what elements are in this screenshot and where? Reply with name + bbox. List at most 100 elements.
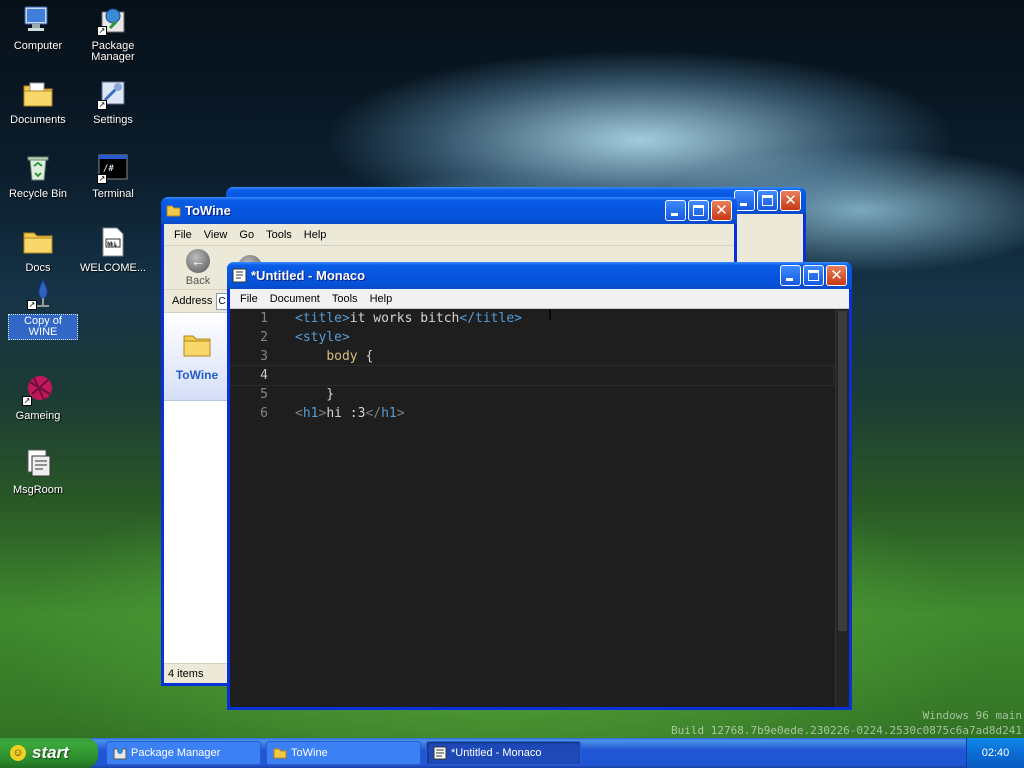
desktop-icon-msgroom[interactable]: MsgRoom bbox=[1, 448, 75, 497]
explorer-titlebar[interactable]: ToWine ✕ bbox=[161, 197, 737, 224]
code-line: body { bbox=[295, 347, 833, 366]
desktop-icon-label: Gameing bbox=[15, 410, 61, 422]
menu-help[interactable]: Help bbox=[364, 293, 399, 305]
editor-menubar: File Document Tools Help bbox=[230, 289, 849, 309]
maximize-button[interactable] bbox=[757, 190, 778, 211]
desktop-icon-welcome[interactable]: M↓ WELCOME... bbox=[76, 226, 150, 275]
code-tag: h1 bbox=[381, 406, 397, 421]
menu-go[interactable]: Go bbox=[233, 229, 260, 241]
desktop-icon-label: Package Manager bbox=[91, 40, 135, 63]
desktop-icon-recycle-bin[interactable]: Recycle Bin bbox=[1, 152, 75, 201]
code-tag: </title> bbox=[459, 311, 522, 326]
desktop-icon-docs[interactable]: Docs bbox=[1, 226, 75, 275]
desktop-icon-label: Docs bbox=[25, 262, 51, 274]
close-icon: ✕ bbox=[830, 267, 843, 284]
desktop-icon-package-manager[interactable]: ↗ Package Manager bbox=[76, 4, 150, 64]
shortcut-arrow-icon: ↗ bbox=[97, 26, 107, 36]
markdown-file-icon: M↓ bbox=[97, 226, 129, 258]
maximize-button[interactable] bbox=[688, 200, 709, 221]
taskbar-item-monaco[interactable]: *Untitled - Monaco bbox=[426, 741, 581, 765]
system-tray: 02:40 bbox=[966, 738, 1024, 768]
clock[interactable]: 02:40 bbox=[982, 747, 1010, 759]
desktop-icon-terminal[interactable]: /# ↗ Terminal bbox=[76, 152, 150, 201]
maximize-button[interactable] bbox=[803, 265, 824, 286]
desktop-icon-copy-of-wine[interactable]: ↗ Copy of WINE bbox=[6, 278, 80, 340]
minimize-button[interactable] bbox=[780, 265, 801, 286]
back-arrow-icon: ← bbox=[186, 248, 210, 273]
os-build-line: Build 12768.7b9e0ede.230226-0224.2530c08… bbox=[671, 724, 1022, 737]
address-label: Address bbox=[172, 295, 213, 307]
desktop-icon-gameing[interactable]: ↗ Gameing bbox=[1, 374, 75, 423]
desktop-icon-label: Terminal bbox=[92, 188, 134, 200]
menu-help[interactable]: Help bbox=[298, 229, 333, 241]
code-line: } bbox=[295, 385, 833, 404]
shortcut-arrow-icon: ↗ bbox=[27, 300, 37, 310]
desktop-icon-label: WELCOME... bbox=[79, 262, 146, 274]
text-cursor-icon: I bbox=[548, 308, 553, 324]
os-version-line: Windows 96 main bbox=[922, 709, 1022, 722]
code-line: <h1>hi :3</h1> bbox=[295, 406, 405, 421]
code-brace: { bbox=[357, 349, 374, 364]
close-button[interactable]: ✕ bbox=[711, 200, 732, 221]
minimize-icon bbox=[671, 213, 678, 216]
maximize-icon bbox=[762, 195, 773, 206]
code-line-active bbox=[230, 365, 834, 386]
css-selector: body bbox=[326, 349, 358, 364]
start-button[interactable]: ☺ start bbox=[0, 738, 98, 768]
code-text-content: it works bitch bbox=[349, 311, 460, 326]
menu-file[interactable]: File bbox=[168, 229, 198, 241]
taskbar-item-towine[interactable]: ToWine bbox=[266, 741, 421, 765]
desktop-icon-settings[interactable]: ↗ Settings bbox=[76, 78, 150, 127]
code-line: <style> bbox=[295, 328, 833, 347]
code-text[interactable]: <title>it works bitch</title> <style> bo… bbox=[230, 309, 834, 707]
minimize-icon bbox=[740, 203, 747, 206]
menu-file[interactable]: File bbox=[234, 293, 264, 305]
back-button[interactable]: ← Back bbox=[172, 248, 224, 287]
code-text-content: hi :3 bbox=[326, 406, 366, 421]
minimize-button[interactable] bbox=[665, 200, 686, 221]
desktop-icon-documents[interactable]: Documents bbox=[1, 78, 75, 127]
desktop-icon-label: Documents bbox=[10, 114, 66, 126]
code-tag: h1 bbox=[302, 406, 319, 421]
menu-document[interactable]: Document bbox=[264, 293, 326, 305]
documents-folder-icon bbox=[22, 78, 54, 110]
taskbar-item-label: ToWine bbox=[291, 747, 328, 759]
close-icon: ✕ bbox=[784, 192, 797, 209]
close-button[interactable]: ✕ bbox=[780, 190, 801, 211]
menu-view[interactable]: View bbox=[198, 229, 234, 241]
svg-text:/#: /# bbox=[103, 164, 114, 174]
minimize-icon bbox=[786, 278, 793, 281]
menu-tools[interactable]: Tools bbox=[260, 229, 298, 241]
minimize-button[interactable] bbox=[734, 190, 755, 211]
notepad-icon bbox=[433, 746, 447, 760]
desktop-icon-label: Settings bbox=[93, 114, 133, 126]
close-button[interactable]: ✕ bbox=[826, 265, 847, 286]
code-brace: } bbox=[295, 387, 335, 402]
editor-window[interactable]: *Untitled - Monaco ✕ File Document Tools… bbox=[227, 262, 852, 710]
start-label: start bbox=[32, 743, 69, 762]
taskbar-item-package-manager[interactable]: Package Manager bbox=[106, 741, 261, 765]
computer-icon bbox=[22, 4, 54, 36]
code-tag: <title> bbox=[295, 311, 350, 326]
scrollbar-thumb[interactable] bbox=[838, 311, 847, 631]
code-line: <title>it works bitch</title> bbox=[295, 309, 833, 328]
notepad-icon bbox=[232, 268, 247, 283]
taskbar-item-label: Package Manager bbox=[131, 747, 221, 759]
editor-scrollbar[interactable] bbox=[835, 309, 849, 707]
game-icon: ↗ bbox=[22, 374, 54, 406]
code-editor[interactable]: 1 2 3 4 5 6 <title>it works bitch</title… bbox=[230, 309, 849, 707]
msgroom-icon bbox=[22, 448, 54, 480]
line-number: 3 bbox=[260, 349, 268, 364]
desktop-icon-computer[interactable]: Computer bbox=[1, 4, 75, 53]
editor-titlebar[interactable]: *Untitled - Monaco ✕ bbox=[227, 262, 852, 289]
shortcut-arrow-icon: ↗ bbox=[22, 396, 32, 406]
taskbar-item-label: *Untitled - Monaco bbox=[451, 747, 542, 759]
maximize-icon bbox=[693, 205, 704, 216]
line-number: 2 bbox=[260, 330, 268, 345]
recycle-bin-icon bbox=[22, 152, 54, 184]
menu-tools[interactable]: Tools bbox=[326, 293, 364, 305]
shortcut-arrow-icon: ↗ bbox=[97, 174, 107, 184]
maximize-icon bbox=[808, 270, 819, 281]
wine-icon: ↗ bbox=[27, 278, 59, 310]
package-manager-icon: ↗ bbox=[97, 4, 129, 36]
